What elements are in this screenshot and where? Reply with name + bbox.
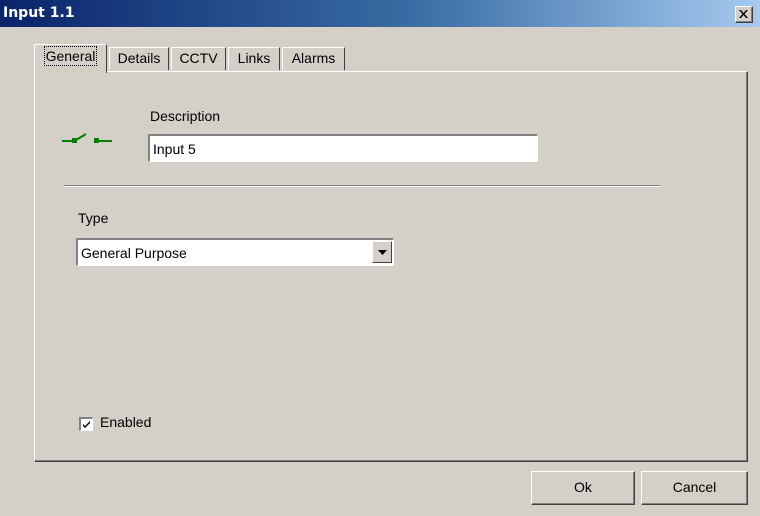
- type-dropdown-button[interactable]: [372, 241, 392, 263]
- close-button[interactable]: [735, 6, 753, 23]
- description-label: Description: [150, 108, 221, 124]
- tab-alarms-label: Alarms: [291, 50, 336, 66]
- close-icon: [739, 10, 748, 18]
- tab-panel-general: [34, 71, 748, 462]
- description-input[interactable]: [148, 134, 538, 162]
- window-title: Input 1.1: [3, 5, 75, 21]
- tab-cctv[interactable]: CCTV: [171, 47, 226, 70]
- tab-general-label: General: [43, 46, 98, 66]
- tab-details-label: Details: [117, 50, 161, 66]
- dialog-window: Input 1.1 General Details CCTV Links Ala…: [0, 0, 760, 516]
- tab-details[interactable]: Details: [109, 47, 169, 70]
- checkmark-icon: [83, 421, 90, 428]
- ok-button[interactable]: Ok: [531, 471, 635, 505]
- enabled-checkbox[interactable]: [79, 417, 93, 431]
- tab-alarms[interactable]: Alarms: [282, 47, 345, 70]
- tab-cctv-label: CCTV: [179, 50, 218, 66]
- tab-links[interactable]: Links: [228, 47, 280, 70]
- type-select-value: General Purpose: [81, 245, 187, 261]
- switch-icon: [62, 133, 112, 143]
- tab-links-label: Links: [237, 50, 271, 66]
- type-select[interactable]: General Purpose: [76, 238, 394, 266]
- separator: [64, 185, 660, 187]
- title-bar[interactable]: Input 1.1: [0, 0, 760, 27]
- tab-general[interactable]: General: [34, 44, 107, 73]
- type-label: Type: [78, 210, 109, 226]
- cancel-button[interactable]: Cancel: [641, 471, 748, 505]
- chevron-down-icon: [378, 250, 387, 255]
- enabled-label[interactable]: Enabled: [100, 414, 151, 430]
